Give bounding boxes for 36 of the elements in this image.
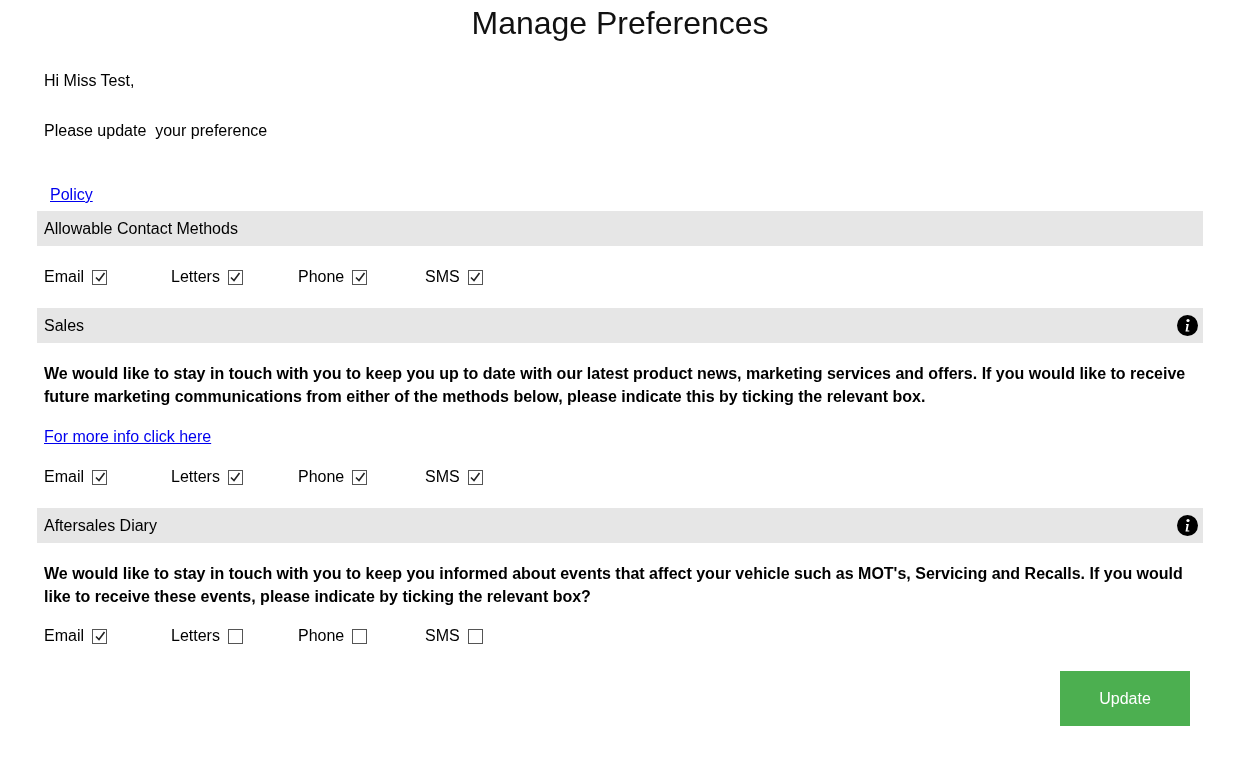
section-description: We would like to stay in touch with you to keep you informed about events that affect your vehicle such as MOT's, Servicing and Recalls. If you would like to receive these events, please indicate by ticking the relevant box? [43,564,1184,607]
checkbox[interactable] [352,628,368,644]
option-label: Phone [298,267,345,287]
policy-link[interactable]: Policy [50,186,93,203]
greeting: Hi Miss Test, [43,71,136,91]
checkbox[interactable] [467,269,483,285]
section-title: Aftersales Diary [44,515,157,536]
option-label: Email [44,267,84,287]
checkbox[interactable] [92,269,107,285]
checkbox[interactable] [352,269,368,285]
intro-text: Please update your preference [43,121,269,141]
option-label: Email [44,467,84,487]
checkbox[interactable] [467,469,483,485]
more-info-link[interactable]: For more info click here [44,428,212,445]
info-icon[interactable] [1177,515,1198,536]
option-label: Phone [298,626,345,646]
checkbox[interactable] [92,469,107,485]
info-icon[interactable] [1177,315,1198,336]
checkbox[interactable] [227,628,243,644]
checkbox[interactable] [227,269,243,285]
section-description: We would like to stay in touch with you to keep you up to date with our latest product news, marketing services and offers. If you would like to receive future marketing communications from either of the methods below, please indicate this by ticking the relevant box. [43,364,1187,407]
option-label: Email [44,626,84,646]
section-title: Sales [44,315,85,336]
option-label: Phone [298,467,345,487]
option-label: SMS [425,267,460,287]
page-title: Manage Preferences [470,4,770,43]
option-label: Letters [171,467,220,487]
checkbox[interactable] [227,469,243,485]
option-label: Letters [171,267,220,287]
section-title: Allowable Contact Methods [44,218,238,239]
option-label: Letters [171,626,220,646]
option-label: SMS [425,467,460,487]
checkbox[interactable] [352,469,368,485]
option-label: SMS [425,626,460,646]
checkbox[interactable] [92,628,107,644]
checkbox[interactable] [467,628,483,644]
